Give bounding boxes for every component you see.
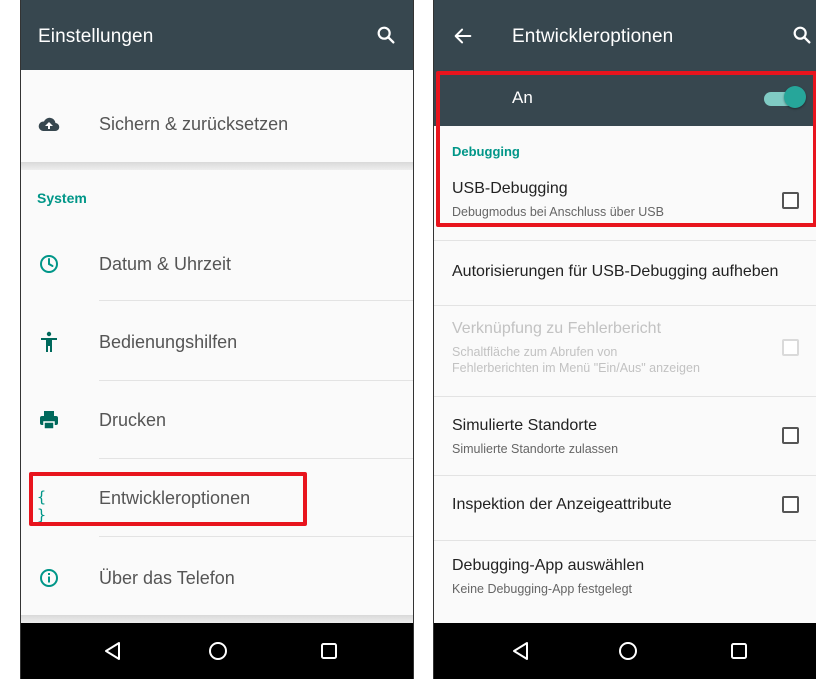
list-item-label: Über das Telefon bbox=[99, 568, 235, 588]
page-title: Entwickleroptionen bbox=[512, 26, 674, 47]
recents-nav-icon[interactable] bbox=[317, 639, 341, 663]
code-braces-icon: { } bbox=[37, 488, 47, 524]
pref-title: Verknüpfung zu Fehlerbericht bbox=[452, 320, 662, 337]
developer-options-screen: Entwickleroptionen An Debugging USB-Debu… bbox=[433, 0, 816, 679]
app-bar: Entwickleroptionen bbox=[434, 0, 816, 70]
list-item-label: Bedienungshilfen bbox=[99, 332, 238, 352]
page-title: Einstellungen bbox=[38, 26, 154, 47]
master-switch-label: An bbox=[512, 88, 533, 107]
back-nav-icon[interactable] bbox=[101, 639, 125, 663]
pref-summary-line2: Fehlerberichten im Menü "Ein/Aus" anzeig… bbox=[452, 361, 700, 375]
list-item-label: Datum & Uhrzeit bbox=[99, 254, 232, 274]
pref-summary-line1: Schaltfläche zum Abrufen von bbox=[452, 345, 618, 359]
list-item-label: Sichern & zurücksetzen bbox=[99, 114, 289, 134]
section-header-system: System bbox=[37, 190, 87, 206]
list-item-accessibility[interactable]: Bedienungshilfen bbox=[21, 302, 413, 380]
app-bar: Einstellungen bbox=[21, 0, 413, 70]
accessibility-icon bbox=[37, 330, 61, 354]
list-item-label: Drucken bbox=[99, 410, 167, 430]
pref-title: Debugging-App auswählen bbox=[452, 557, 645, 574]
back-arrow-icon[interactable] bbox=[452, 25, 474, 47]
search-icon[interactable] bbox=[791, 24, 813, 46]
list-item-developer-options[interactable]: { } Entwickleroptionen bbox=[21, 458, 413, 536]
pref-summary: Keine Debugging-App festgelegt bbox=[452, 582, 632, 596]
usb-debugging-checkbox[interactable] bbox=[782, 192, 799, 209]
pref-title: Simulierte Standorte bbox=[452, 417, 597, 434]
clock-icon bbox=[37, 252, 61, 276]
divider bbox=[99, 536, 413, 537]
pref-select-debug-app[interactable]: Debugging-App auswählen Keine Debugging-… bbox=[434, 541, 816, 619]
settings-screen: Einstellungen Sichern & zurücksetzen Sys… bbox=[20, 0, 414, 679]
list-item-print[interactable]: Drucken bbox=[21, 380, 413, 458]
toggle-switch-thumb[interactable] bbox=[784, 86, 806, 108]
home-nav-icon[interactable] bbox=[616, 639, 640, 663]
pref-title: USB-Debugging bbox=[452, 180, 568, 197]
cloud-upload-icon bbox=[37, 112, 61, 136]
pref-mock-locations[interactable]: Simulierte Standorte Simulierte Standort… bbox=[434, 397, 816, 475]
divider bbox=[99, 300, 413, 301]
pref-title: Inspektion der Anzeigeattribute bbox=[452, 496, 672, 513]
pref-revoke-usb-authorizations[interactable]: Autorisierungen für USB-Debugging aufheb… bbox=[434, 241, 816, 305]
list-item-date-time[interactable]: Datum & Uhrzeit bbox=[21, 224, 413, 302]
mock-locations-checkbox[interactable] bbox=[782, 427, 799, 444]
printer-icon bbox=[37, 408, 61, 432]
navigation-bar bbox=[21, 623, 413, 679]
pref-title: Autorisierungen für USB-Debugging aufheb… bbox=[452, 263, 779, 280]
pref-summary: Debugmodus bei Anschluss über USB bbox=[452, 205, 664, 219]
section-divider bbox=[21, 162, 413, 170]
list-item-label: Entwickleroptionen bbox=[99, 488, 251, 508]
search-icon[interactable] bbox=[375, 24, 397, 46]
list-item-about-phone[interactable]: Über das Telefon bbox=[21, 538, 413, 616]
bottom-shadow bbox=[21, 615, 413, 623]
recents-nav-icon[interactable] bbox=[727, 639, 751, 663]
section-header-debugging: Debugging bbox=[452, 144, 520, 159]
pref-view-attribute-inspection[interactable]: Inspektion der Anzeigeattribute bbox=[434, 476, 816, 540]
navigation-bar bbox=[434, 623, 816, 679]
attribute-inspection-checkbox[interactable] bbox=[782, 496, 799, 513]
pref-usb-debugging[interactable]: USB-Debugging Debugmodus bei Anschluss ü… bbox=[434, 168, 816, 238]
master-switch-bar[interactable]: An bbox=[434, 70, 816, 126]
pref-summary: Simulierte Standorte zulassen bbox=[452, 442, 619, 456]
pref-bug-report-shortcut: Verknüpfung zu Fehlerbericht Schaltfläch… bbox=[434, 306, 816, 396]
home-nav-icon[interactable] bbox=[206, 639, 230, 663]
info-icon bbox=[37, 566, 61, 590]
list-item-backup-reset[interactable]: Sichern & zurücksetzen bbox=[21, 84, 413, 162]
bug-report-checkbox bbox=[782, 339, 799, 356]
back-nav-icon[interactable] bbox=[509, 639, 533, 663]
